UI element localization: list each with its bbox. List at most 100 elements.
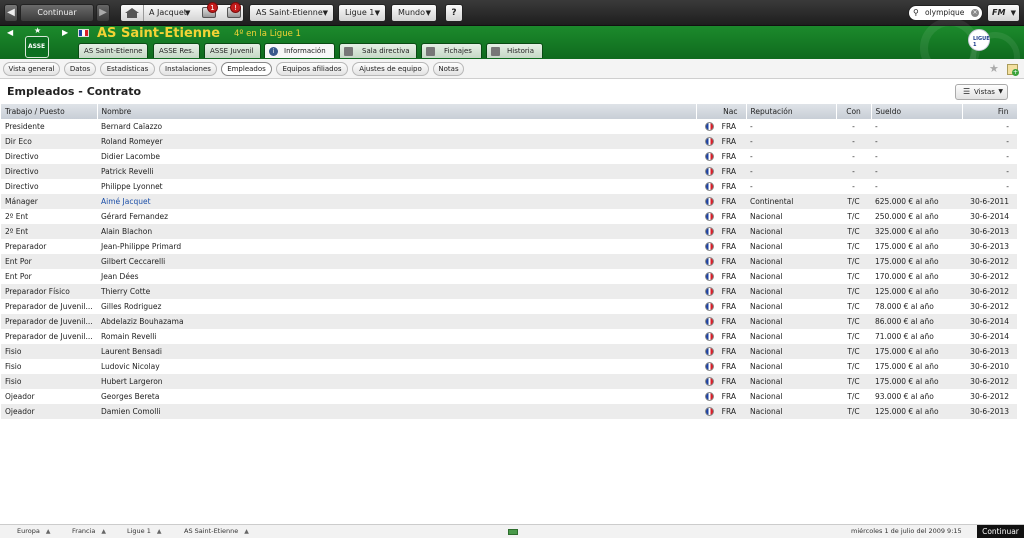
column-header-job[interactable]: Trabajo / Puesto <box>1 104 98 119</box>
cell-reputation: Nacional <box>746 209 836 224</box>
cell-name[interactable]: Patrick Revelli <box>97 164 696 179</box>
cell-name[interactable]: Roland Romeyer <box>97 134 696 149</box>
subnav-team-settings[interactable]: Ajustes de equipo <box>352 62 429 76</box>
table-row[interactable]: Preparador de Juvenil... Romain Revelli FR… <box>1 329 1017 344</box>
cell-wage: 250.000 € al año <box>871 209 962 224</box>
cell-name[interactable]: Didier Lacombe <box>97 149 696 164</box>
tab-history[interactable]: Historia <box>486 43 543 58</box>
help-button[interactable]: ? <box>445 4 463 22</box>
previous-club-icon[interactable]: ◀ <box>7 28 13 37</box>
subnav-notes[interactable]: Notas <box>433 62 464 76</box>
table-row[interactable]: 2º Ent Gérard Fernandez FRA Nacional T/C 250.… <box>1 209 1017 224</box>
column-header-name[interactable]: Nombre <box>97 104 697 119</box>
views-button[interactable]: ☰ Vistas ▼ <box>955 84 1008 100</box>
cell-name[interactable]: Jean-Philippe Primard <box>97 239 696 254</box>
column-header-nationality[interactable]: Nac <box>696 104 747 119</box>
table-row[interactable]: Preparador Físico Thierry Cotte FRA Naciona… <box>1 284 1017 299</box>
france-flag-icon <box>704 272 714 282</box>
subnav-overview[interactable]: Vista general <box>3 62 60 76</box>
add-note-icon[interactable]: + <box>1007 64 1019 76</box>
cell-name[interactable]: Aimé Jacquet <box>97 194 696 209</box>
cell-name[interactable]: Gilbert Ceccarelli <box>97 254 696 269</box>
subnav-affiliates[interactable]: Equipos afiliados <box>276 62 348 76</box>
cell-contract: T/C <box>836 344 871 359</box>
cell-name[interactable]: Romain Revelli <box>97 329 696 344</box>
table-row[interactable]: Dir Eco Roland Romeyer FRA - - - - <box>1 134 1017 149</box>
cell-name[interactable]: Gérard Fernandez <box>97 209 696 224</box>
tab-youth[interactable]: ASSE Juvenil <box>204 43 261 58</box>
cell-name[interactable]: Thierry Cotte <box>97 284 696 299</box>
table-row[interactable]: Ent Por Jean Dées FRA Nacional T/C 170.000 € … <box>1 269 1017 284</box>
france-flag-icon <box>704 137 714 147</box>
chevron-down-icon: ▼ <box>322 9 328 17</box>
table-row[interactable]: 2º Ent Alain Blachon FRA Nacional T/C 325.000… <box>1 224 1017 239</box>
subnav-staff[interactable]: Empleados <box>221 62 272 76</box>
breadcrumb-nation[interactable]: Francia ▲ <box>72 527 106 535</box>
cell-name[interactable]: Philippe Lyonnet <box>97 179 696 194</box>
breadcrumb-continent[interactable]: Europa ▲ <box>17 527 50 535</box>
cell-reputation: - <box>746 164 836 179</box>
cell-name[interactable]: Gilles Rodriguez <box>97 299 696 314</box>
tab-first-team[interactable]: AS Saint-Etienne <box>78 43 148 58</box>
manager-menu[interactable]: A Jacquet ▼ <box>120 4 244 22</box>
table-row[interactable]: Preparador de Juvenil... Abdelaziz Bouhaz… <box>1 314 1017 329</box>
cell-reputation: Nacional <box>746 374 836 389</box>
table-row[interactable]: Directivo Philippe Lyonnet FRA - - - - <box>1 179 1017 194</box>
favourite-star-icon[interactable]: ★ <box>34 26 41 35</box>
table-row[interactable]: Presidente Bernard Caïazzo FRA - - - - <box>1 119 1017 134</box>
fm-menu-button[interactable]: FM ▼ <box>987 4 1020 22</box>
table-row[interactable]: Ojeador Damien Comolli FRA Nacional T/C 125.0… <box>1 404 1017 419</box>
cell-job: Directivo <box>1 164 97 179</box>
table-row[interactable]: Ojeador Georges Bereta FRA Nacional T/C 93.00… <box>1 389 1017 404</box>
table-row[interactable]: Fisio Hubert Largeron FRA Nacional T/C 175.00… <box>1 374 1017 389</box>
column-header-end[interactable]: Fin <box>962 104 1018 119</box>
cell-name[interactable]: Jean Dées <box>97 269 696 284</box>
cell-contract: T/C <box>836 359 871 374</box>
tab-boardroom[interactable]: Sala directiva <box>339 43 417 58</box>
cell-name[interactable]: Alain Blachon <box>97 224 696 239</box>
cell-name[interactable]: Damien Comolli <box>97 404 696 419</box>
forward-button[interactable]: ▶ <box>96 4 110 22</box>
cell-nationality: FRA <box>696 254 746 269</box>
favourite-star-icon[interactable]: ★ <box>989 62 999 75</box>
nationality-code: FRA <box>721 196 736 206</box>
column-header-wage[interactable]: Sueldo <box>871 104 963 119</box>
subnav-facilities[interactable]: Instalaciones <box>159 62 217 76</box>
continue-button-bottom[interactable]: Continuar <box>977 525 1024 538</box>
table-row[interactable]: Directivo Patrick Revelli FRA - - - - <box>1 164 1017 179</box>
continue-button-top[interactable]: Continuar <box>20 4 94 22</box>
cell-end: - <box>962 149 1017 164</box>
column-header-reputation[interactable]: Reputación <box>746 104 837 119</box>
france-flag-icon <box>704 227 714 237</box>
table-row[interactable]: Mánager Aimé Jacquet FRA Continental T/C 625.… <box>1 194 1017 209</box>
cell-name[interactable]: Ludovic Nicolay <box>97 359 696 374</box>
back-button[interactable]: ◀ <box>4 4 18 22</box>
cell-name[interactable]: Bernard Caïazzo <box>97 119 696 134</box>
nationality-code: FRA <box>721 346 736 356</box>
cell-contract: T/C <box>836 269 871 284</box>
subnav-details[interactable]: Datos <box>64 62 96 76</box>
subnav-stats[interactable]: Estadísticas <box>100 62 155 76</box>
tab-transfers[interactable]: Fichajes <box>421 43 482 58</box>
cell-name[interactable]: Georges Bereta <box>97 389 696 404</box>
table-row[interactable]: Directivo Didier Lacombe FRA - - - - <box>1 149 1017 164</box>
breadcrumb-league[interactable]: Ligue 1 ▲ <box>127 527 162 535</box>
nationality-code: FRA <box>721 301 736 311</box>
table-row[interactable]: Preparador de Juvenil... Gilles Rodriguez… <box>1 299 1017 314</box>
table-row[interactable]: Fisio Ludovic Nicolay FRA Nacional T/C 175.00… <box>1 359 1017 374</box>
tab-reserves[interactable]: ASSE Res. <box>153 43 200 58</box>
world-menu[interactable]: Mundo ▼ <box>391 4 437 22</box>
cell-name[interactable]: Abdelaziz Bouhazama <box>97 314 696 329</box>
table-row[interactable]: Preparador Jean-Philippe Primard FRA Nacion… <box>1 239 1017 254</box>
table-row[interactable]: Ent Por Gilbert Ceccarelli FRA Nacional T/C 1… <box>1 254 1017 269</box>
cell-name[interactable]: Laurent Bensadi <box>97 344 696 359</box>
tab-information[interactable]: i Información <box>264 43 335 58</box>
breadcrumb-club[interactable]: AS Saint-Etienne ▲ <box>184 527 249 535</box>
column-header-contract[interactable]: Con <box>836 104 872 119</box>
cell-name[interactable]: Hubert Largeron <box>97 374 696 389</box>
club-menu[interactable]: AS Saint-Etienne ▼ <box>249 4 334 22</box>
next-club-icon[interactable]: ▶ <box>62 28 68 37</box>
clear-search-icon[interactable]: × <box>971 9 979 17</box>
table-row[interactable]: Fisio Laurent Bensadi FRA Nacional T/C 175.00… <box>1 344 1017 359</box>
league-menu[interactable]: Ligue 1 ▼ <box>338 4 386 22</box>
